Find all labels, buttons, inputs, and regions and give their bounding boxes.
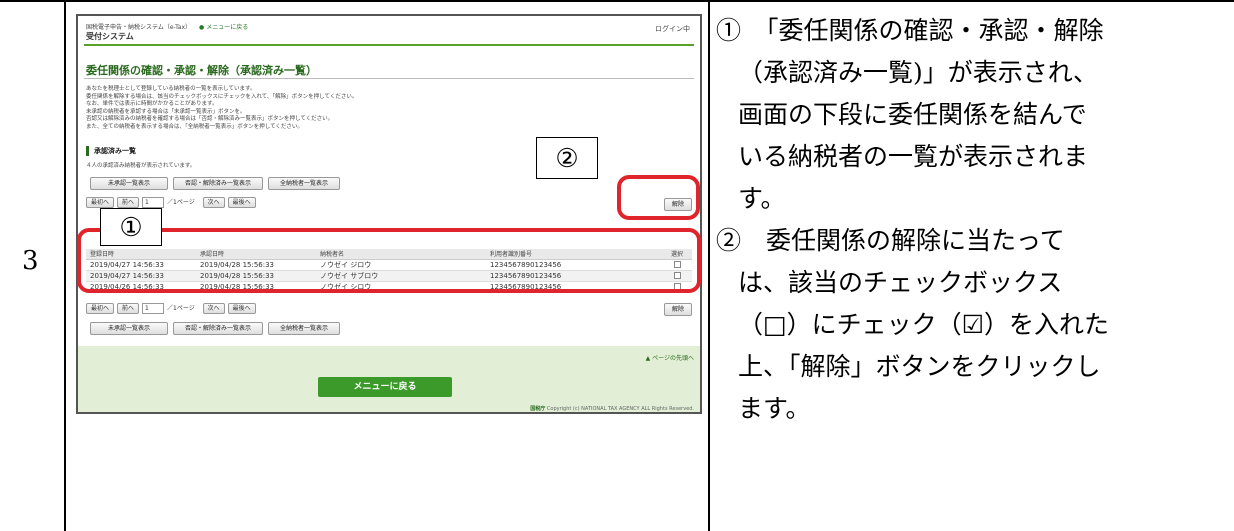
copyright: 国税庁 Copyright (c) NATIONAL TAX AGENCY AL… (530, 406, 694, 412)
table-divider-number (64, 0, 66, 531)
page-count: ／1ページ (167, 199, 195, 206)
all-taxpayers-list-button[interactable]: 全納税者一覧表示 (268, 322, 340, 335)
unapproved-list-button[interactable]: 未承認一覧表示 (90, 177, 168, 190)
system-title: 受付システム (86, 32, 134, 41)
instruction-line: （承認済み一覧)」が表示され、 (738, 58, 1099, 87)
denied-released-list-button[interactable]: 否認・解除済み一覧表示 (173, 177, 263, 190)
page-select[interactable]: 1 (142, 303, 165, 314)
section-title: 承認済み一覧 (86, 146, 136, 156)
page-select[interactable]: 1 (142, 197, 165, 208)
first-page-button[interactable]: 最初へ (86, 197, 115, 208)
denied-released-list-button[interactable]: 否認・解除済み一覧表示 (173, 322, 263, 335)
header-rule (84, 44, 694, 46)
pager-bottom: 最初へ 前へ 1 ／1ページ 次へ 最後へ (86, 303, 259, 314)
prev-page-button[interactable]: 前へ (117, 197, 140, 208)
description: あなたを税理士として登録している納税者の一覧を表示しています。 委任関係を解除す… (86, 86, 357, 131)
instruction-line: ① 「委任関係の確認・承認・解除 (716, 16, 1104, 45)
description-line: 委任関係を解除する場合は、該当のチェックボックスにチェックを入れて、「解除」ボタ… (86, 93, 358, 100)
callout-1: ① (100, 208, 162, 246)
description-line: 否認又は解除済みの納税者を確認する場合は「否認・解除済み一覧表示」ボタンを押して… (86, 116, 334, 122)
instruction-line: ます。 (738, 394, 811, 423)
back-to-menu-button[interactable]: メニューに戻る (318, 377, 452, 397)
unapproved-list-button[interactable]: 未承認一覧表示 (90, 322, 168, 335)
heading-divider (84, 78, 694, 79)
instruction-line: す。 (738, 184, 786, 213)
prev-page-button[interactable]: 前へ (117, 303, 140, 314)
etax-screenshot: 国税電子申告・納税システム（e-Tax） ● メニューに戻る ログイン中 受付シス… (76, 14, 702, 414)
instruction-line: いる納税者の一覧が表示されま (738, 142, 1089, 171)
next-page-button[interactable]: 次へ (202, 197, 225, 208)
first-page-button[interactable]: 最初へ (86, 303, 115, 314)
instruction-line: ② 委任関係の解除に当たって (716, 226, 1065, 255)
release-button-highlight-box (617, 175, 700, 220)
count-text: ４人の承認済み納税者が表示されています。 (86, 163, 196, 169)
pager-top: 最初へ 前へ 1 ／1ページ 次へ 最後へ (86, 197, 259, 208)
callout-2: ② (536, 137, 598, 179)
last-page-button[interactable]: 最後へ (227, 303, 256, 314)
menu-link[interactable]: ● メニューに戻る (199, 24, 248, 31)
page-count: ／1ページ (167, 305, 195, 312)
page-title: 委任関係の確認・承認・解除（承認済み一覧） (86, 64, 317, 77)
instruction-line: （□）にチェック（☑）を入れた (738, 310, 1110, 339)
breadcrumb: 国税電子申告・納税システム（e-Tax） ● メニューに戻る (86, 24, 249, 31)
step-number: 3 (22, 246, 39, 276)
description-line: また、全ての納税者を表示する場合は、「全納税者一覧表示」ボタンを押してください。 (86, 123, 303, 130)
description-line: あなたを税理士として登録している納税者の一覧を表示しています。 (86, 86, 256, 92)
table-border-top (0, 0, 1234, 2)
next-page-button[interactable]: 次へ (202, 303, 225, 314)
description-line: なお、単件では表示に時間がかかることがあります。 (86, 101, 218, 107)
instruction-line: は、該当のチェックボックス (738, 268, 1063, 297)
all-taxpayers-list-button[interactable]: 全納税者一覧表示 (268, 177, 340, 190)
instruction-line: 画面の下段に委任関係を結んで (738, 100, 1087, 129)
login-status: ログイン中 (655, 25, 690, 33)
table-highlight-box (77, 228, 701, 293)
last-page-button[interactable]: 最後へ (227, 197, 256, 208)
instruction-line: 上、「解除」ボタンをクリックし (738, 352, 1101, 381)
description-line: 未承認の納税者を承認する場合は「未承認一覧表示」ボタンを。 (86, 108, 246, 115)
release-button[interactable]: 解除 (664, 303, 692, 316)
page-top-link[interactable]: ▲ ページの先頭へ (646, 353, 694, 362)
instructions: ① 「委任関係の確認・承認・解除 （承認済み一覧)」が表示され、 画面の下段に委… (716, 10, 1228, 430)
table-divider-content (708, 0, 710, 531)
